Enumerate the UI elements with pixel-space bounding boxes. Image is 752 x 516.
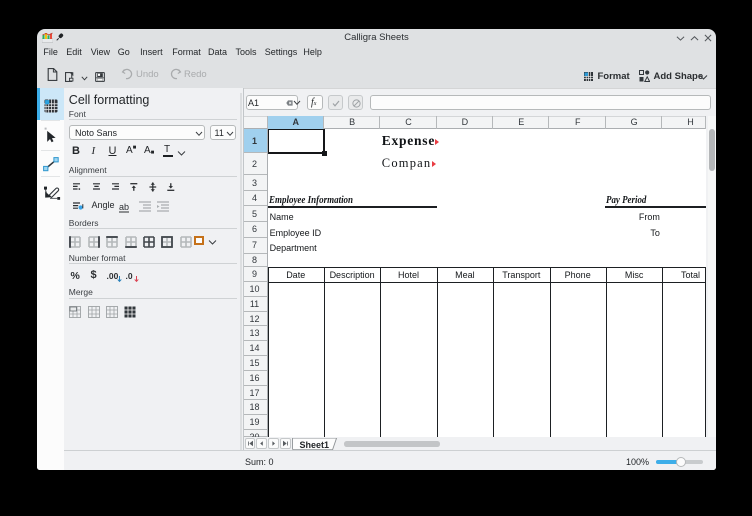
svg-text:b: b xyxy=(124,202,129,212)
